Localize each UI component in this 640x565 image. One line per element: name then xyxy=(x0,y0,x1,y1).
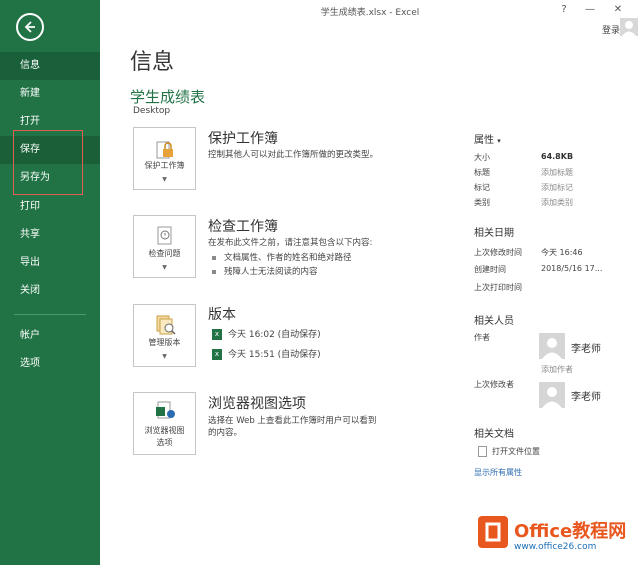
modified-label: 上次修改时间 xyxy=(474,248,522,257)
manage-versions-button[interactable]: 管理版本 ▼ xyxy=(133,304,196,367)
bullet-text: 残障人士无法阅读的内容 xyxy=(224,267,318,277)
modifier-avatar-icon xyxy=(539,382,565,408)
inspect-desc: 在发布此文件之前，请注意其包含以下内容: xyxy=(208,238,373,248)
created-value: 2018/5/16 17... xyxy=(541,264,603,273)
check-issues-button[interactable]: 检查问题 ▼ xyxy=(133,215,196,278)
nav-divider xyxy=(14,314,86,315)
version-row[interactable]: x 今天 15:51 (自动保存) xyxy=(212,347,321,360)
version-row[interactable]: x 今天 16:02 (自动保存) xyxy=(212,327,321,340)
inspect-bullet: 残障人士无法阅读的内容 xyxy=(212,265,318,277)
office-logo-icon xyxy=(478,516,508,548)
bullet-text: 文档属性、作者的姓名和绝对路径 xyxy=(224,253,352,263)
version-text: 今天 15:51 (自动保存) xyxy=(228,350,321,360)
nav-new[interactable]: 新建 xyxy=(0,80,100,108)
chevron-down-icon: ▾ xyxy=(497,137,501,145)
protect-label: 保护工作簿 xyxy=(144,161,185,170)
user-avatar-icon[interactable] xyxy=(620,18,638,36)
nav-info[interactable]: 信息 xyxy=(0,52,100,80)
document-location: Desktop xyxy=(133,106,171,116)
size-value: 64.8KB xyxy=(541,152,574,161)
nav-print[interactable]: 打印 xyxy=(0,193,100,221)
title-bar: 学生成绩表.xlsx - Excel ? — ✕ xyxy=(100,0,640,22)
dropdown-arrow-icon: ▼ xyxy=(162,353,167,360)
size-label: 大小 xyxy=(474,153,490,162)
login-link[interactable]: 登录 xyxy=(602,23,620,36)
author-name: 李老师 xyxy=(571,344,601,355)
created-label: 创建时间 xyxy=(474,265,506,274)
excel-file-icon: x xyxy=(212,329,222,340)
title-value[interactable]: 添加标题 xyxy=(541,167,573,178)
modifier-label: 上次修改者 xyxy=(474,380,514,389)
open-location-text: 打开文件位置 xyxy=(492,447,540,456)
nav-options[interactable]: 选项 xyxy=(0,350,100,378)
document-name: 学生成绩表 xyxy=(130,88,206,106)
browser-title: 浏览器视图选项 xyxy=(208,396,306,412)
protect-desc: 控制其他人可以对此工作簿所做的更改类型。 xyxy=(208,150,379,160)
browser-view-label-1: 浏览器视图 xyxy=(144,426,185,435)
browser-view-options-button[interactable]: 浏览器视图 选项 xyxy=(133,392,196,455)
add-author-link[interactable]: 添加作者 xyxy=(541,364,573,375)
lock-icon xyxy=(156,141,173,159)
people-header: 相关人员 xyxy=(474,316,514,327)
tags-value[interactable]: 添加标记 xyxy=(541,182,573,193)
modifier-name: 李老师 xyxy=(571,392,601,403)
backstage-sidebar: 信息 新建 打开 保存 另存为 打印 共享 导出 关闭 帐户 选项 xyxy=(0,0,100,565)
tags-label: 标记 xyxy=(474,183,490,192)
bullet-square-icon xyxy=(212,255,216,260)
inspect-title: 检查工作簿 xyxy=(208,219,278,235)
open-location-link[interactable]: 打开文件位置 xyxy=(478,446,540,457)
modified-value: 今天 16:46 xyxy=(541,248,583,257)
version-text: 今天 16:02 (自动保存) xyxy=(228,330,321,340)
watermark-url: www.office26.com xyxy=(514,542,597,552)
minimize-button[interactable]: — xyxy=(582,4,598,15)
protect-title: 保护工作簿 xyxy=(208,131,278,147)
dates-header: 相关日期 xyxy=(474,228,514,239)
show-all-properties-link[interactable]: 显示所有属性 xyxy=(474,467,522,478)
nav-close[interactable]: 关闭 xyxy=(0,277,100,305)
page-title: 信息 xyxy=(130,50,175,75)
check-issues-label: 检查问题 xyxy=(148,249,181,258)
nav-account[interactable]: 帐户 xyxy=(0,322,100,350)
file-icon xyxy=(478,446,487,457)
docs-header: 相关文档 xyxy=(474,429,514,440)
nav-export[interactable]: 导出 xyxy=(0,249,100,277)
help-button[interactable]: ? xyxy=(556,4,572,15)
check-document-icon xyxy=(157,226,172,245)
browser-desc: 选择在 Web 上查看此工作簿时用户可以看到的内容。 xyxy=(208,416,377,438)
category-value[interactable]: 添加类别 xyxy=(541,197,573,208)
dropdown-arrow-icon: ▼ xyxy=(162,264,167,271)
browser-view-label-2: 选项 xyxy=(156,438,173,447)
properties-header-text: 属性 xyxy=(474,135,494,146)
nav-share[interactable]: 共享 xyxy=(0,221,100,249)
manage-versions-label: 管理版本 xyxy=(148,338,181,347)
versions-icon xyxy=(156,315,176,335)
protect-workbook-button[interactable]: 保护工作簿 ▼ xyxy=(133,127,196,190)
excel-file-icon: x xyxy=(212,349,222,360)
printed-label: 上次打印时间 xyxy=(474,283,522,292)
highlight-box xyxy=(13,130,83,195)
inspect-bullet: 文档属性、作者的姓名和绝对路径 xyxy=(212,251,352,263)
watermark-title: Office教程网 xyxy=(514,521,627,542)
bullet-square-icon xyxy=(212,269,216,274)
close-button[interactable]: ✕ xyxy=(610,4,626,15)
category-label: 类别 xyxy=(474,198,490,207)
back-arrow-icon[interactable] xyxy=(16,13,44,41)
versions-title: 版本 xyxy=(208,307,236,323)
dropdown-arrow-icon: ▼ xyxy=(162,176,167,183)
title-label: 标题 xyxy=(474,168,490,177)
properties-header[interactable]: 属性 ▾ xyxy=(474,131,501,146)
author-label: 作者 xyxy=(474,333,490,342)
browser-view-icon xyxy=(156,401,175,419)
author-avatar-icon xyxy=(539,333,565,359)
